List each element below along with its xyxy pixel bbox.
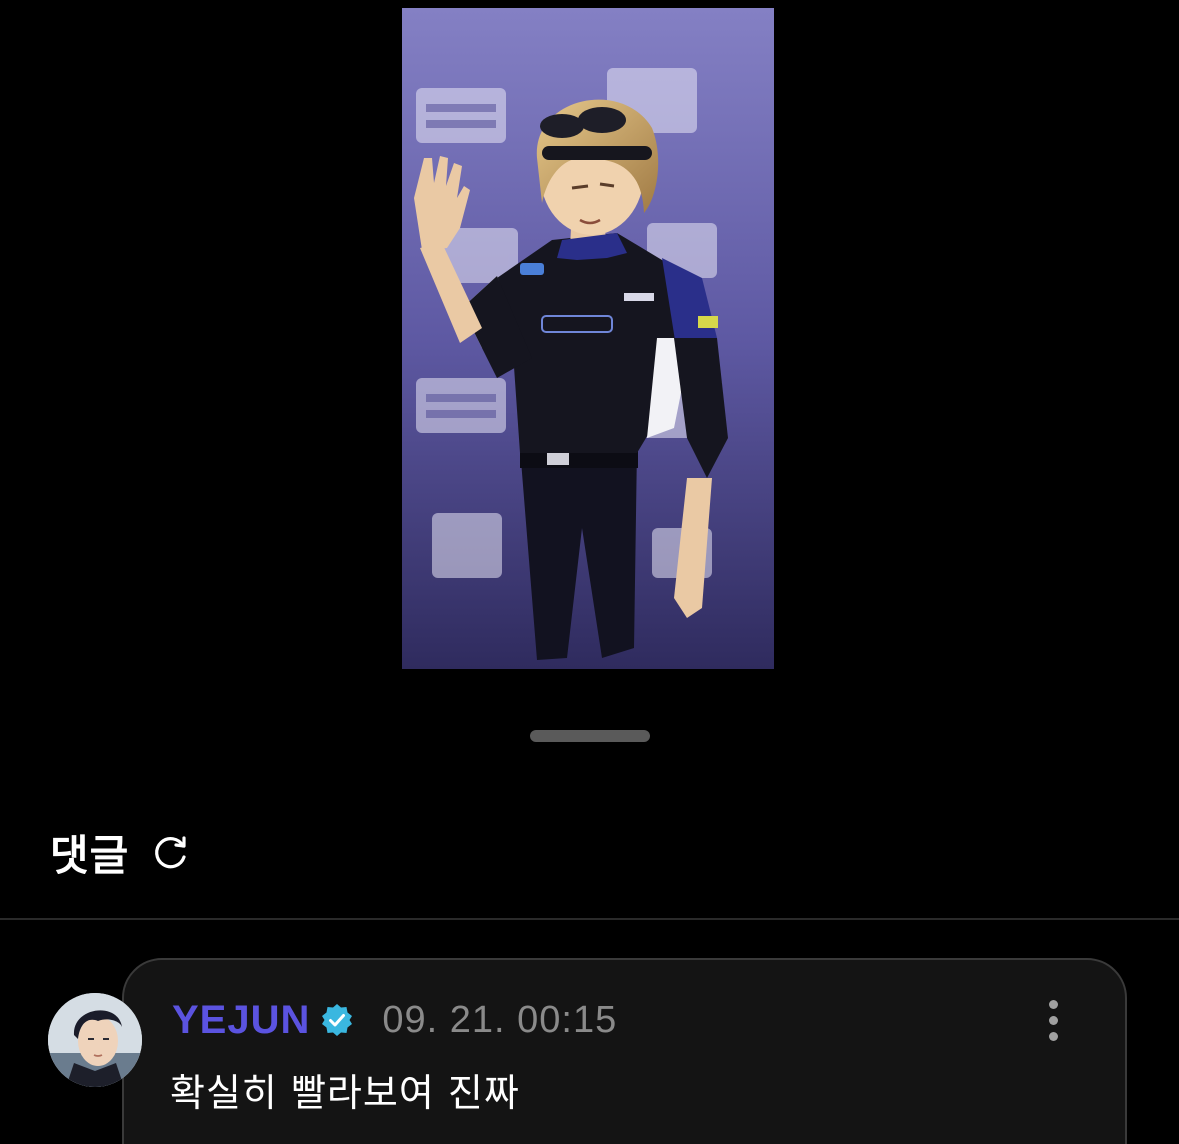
page: 댓글 YEJUN 09. 21. 00:15 확실히 빨라보여 진짜 [0, 0, 1179, 1144]
comment-author[interactable]: YEJUN [172, 998, 310, 1043]
more-options-icon[interactable] [1033, 996, 1073, 1044]
comment-card: YEJUN 09. 21. 00:15 확실히 빨라보여 진짜 [122, 958, 1127, 1144]
comments-header: 댓글 [50, 822, 191, 882]
comment-timestamp: 09. 21. 00:15 [382, 998, 618, 1041]
verified-badge-icon [320, 1003, 354, 1037]
refresh-icon[interactable] [151, 832, 191, 872]
comments-title: 댓글 [50, 830, 130, 880]
comment-meta: YEJUN 09. 21. 00:15 [172, 996, 617, 1044]
divider [0, 918, 1179, 920]
post-image[interactable] [402, 8, 774, 669]
avatar[interactable] [48, 993, 142, 1087]
character-illustration [402, 8, 774, 669]
comment-text: 확실히 빨라보여 진짜 [170, 1071, 520, 1115]
drag-handle[interactable] [530, 730, 650, 742]
